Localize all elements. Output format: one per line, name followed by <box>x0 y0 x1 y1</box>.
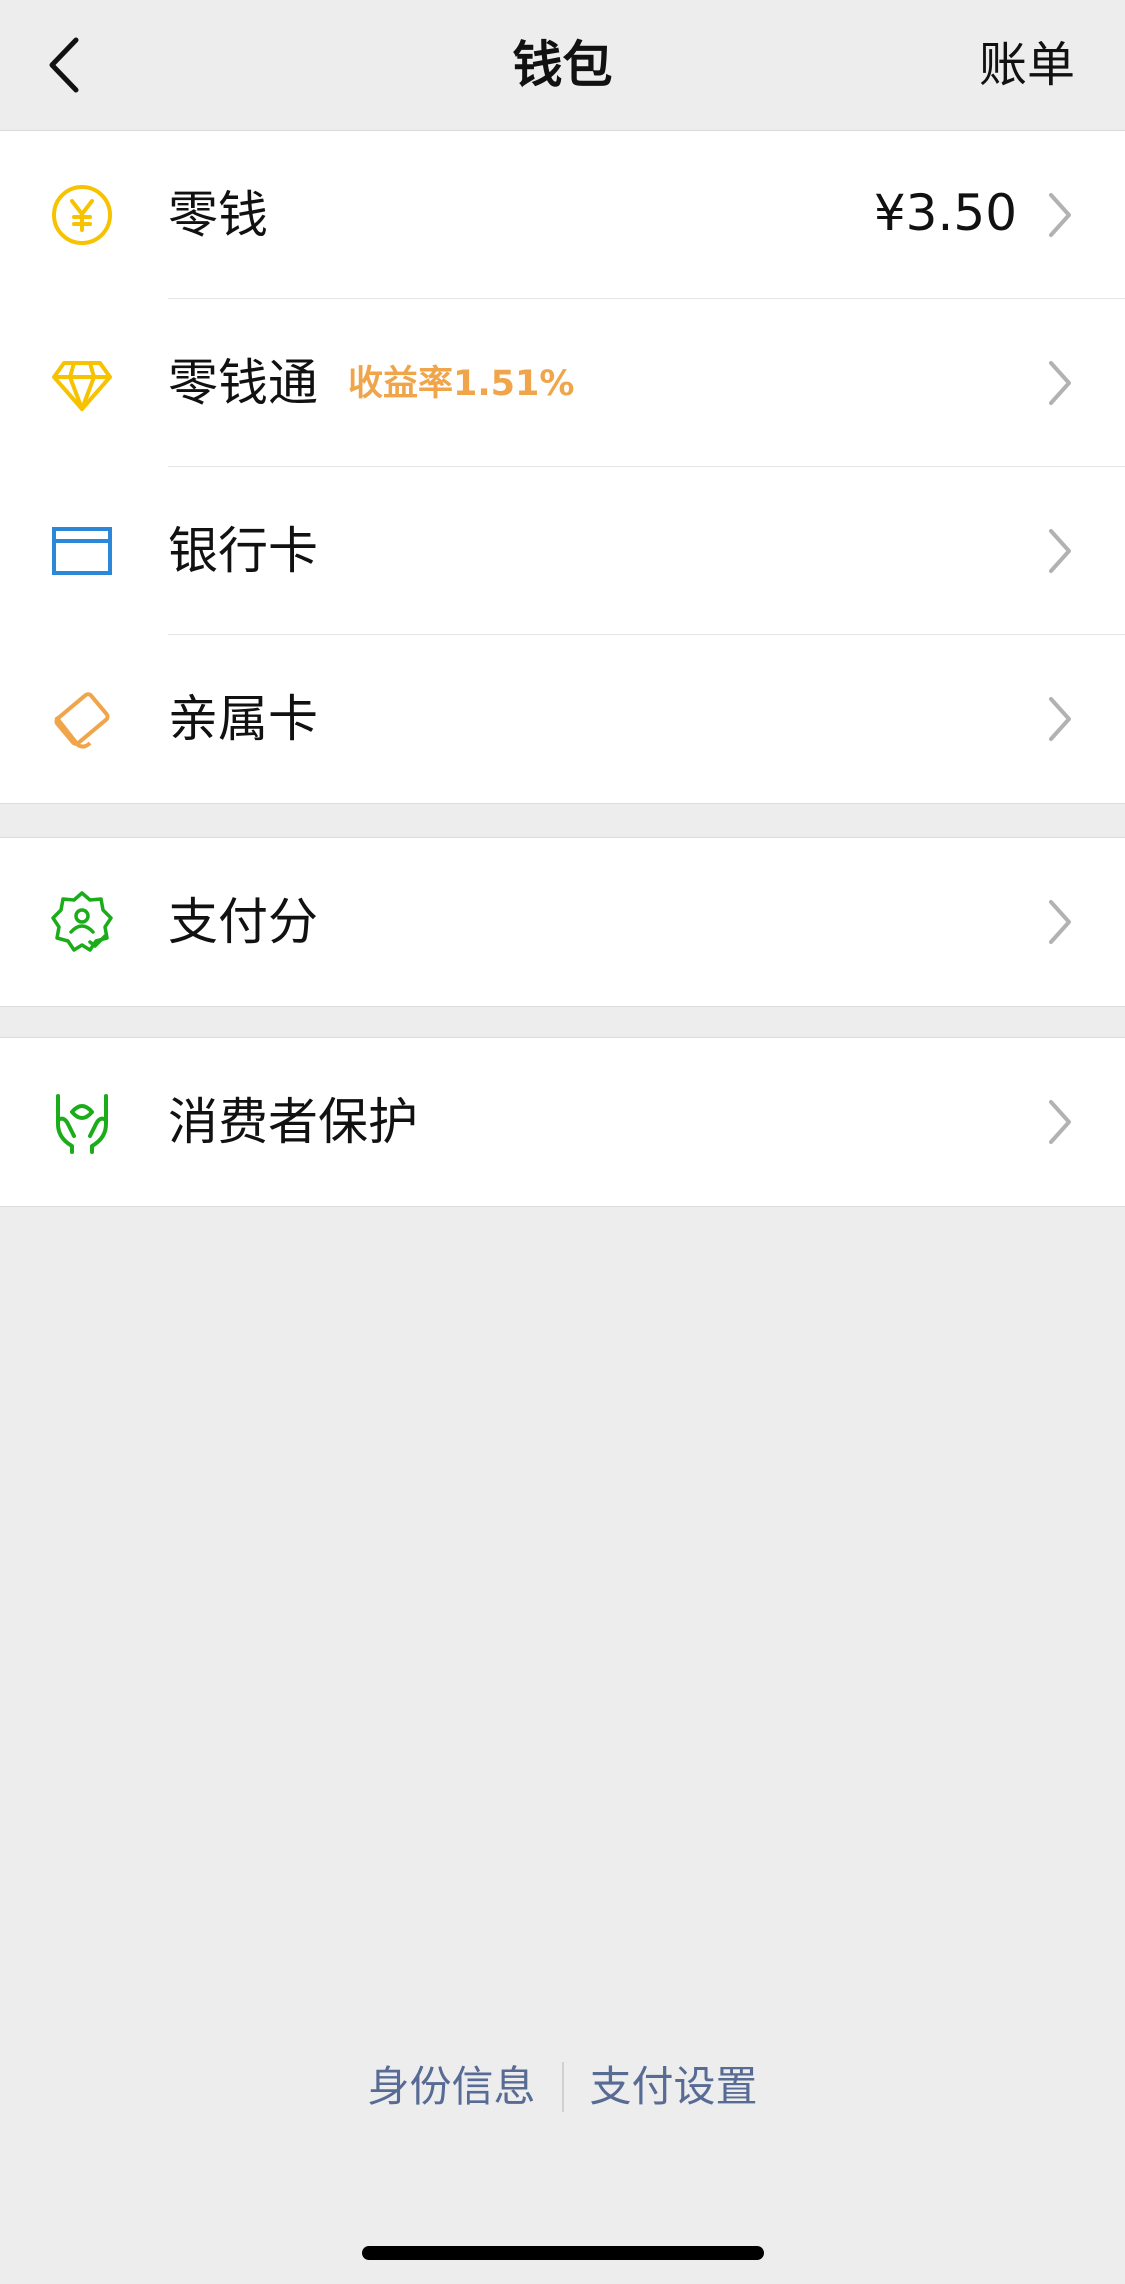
navigation-bar: 钱包 账单 <box>0 0 1125 131</box>
chevron-right-icon <box>1049 697 1071 741</box>
hands-protect-icon <box>56 1094 108 1154</box>
list-item-label: 亲属卡 <box>168 690 318 748</box>
diamond-icon <box>52 361 112 411</box>
balance-value: ¥3.50 <box>873 184 1017 242</box>
list-item-change[interactable]: 零钱 ¥3.50 <box>0 131 1125 299</box>
payment-settings-link[interactable]: 支付设置 <box>590 2057 758 2117</box>
footer-separator <box>561 2061 564 2112</box>
list-item-consumer-protection[interactable]: 消费者保护 <box>0 1038 1125 1206</box>
chevron-right-icon <box>1049 900 1071 944</box>
identity-info-link[interactable]: 身份信息 <box>367 2057 535 2117</box>
wallet-main-list: 零钱 ¥3.50 零钱通 收益率1.51% 银行卡 亲属卡 <box>0 131 1125 804</box>
chevron-right-icon <box>1049 193 1071 237</box>
list-item-label: 零钱通 <box>168 354 318 412</box>
list-item-label: 银行卡 <box>168 522 318 580</box>
chevron-right-icon <box>1049 529 1071 573</box>
footer-links: 身份信息 支付设置 <box>0 2054 1125 2117</box>
list-item-pay-score[interactable]: 支付分 <box>0 838 1125 1006</box>
chevron-right-icon <box>1049 1100 1071 1144</box>
yield-rate-badge: 收益率1.51% <box>348 364 575 404</box>
list-item-family-card[interactable]: 亲属卡 <box>0 635 1125 803</box>
bank-card-icon <box>52 527 112 575</box>
list-item-label: 消费者保护 <box>168 1093 418 1151</box>
list-item-label: 支付分 <box>168 893 318 951</box>
page-title: 钱包 <box>512 36 613 94</box>
consumer-protection-section: 消费者保护 <box>0 1037 1125 1207</box>
pay-score-icon <box>51 891 113 952</box>
family-card-icon <box>54 692 110 749</box>
list-item-lingqiantong[interactable]: 零钱通 收益率1.51% <box>0 299 1125 467</box>
list-item-bank-card[interactable]: 银行卡 <box>0 467 1125 635</box>
list-item-label: 零钱 <box>168 186 268 244</box>
pay-score-section: 支付分 <box>0 837 1125 1007</box>
bill-button[interactable]: 账单 <box>979 32 1075 98</box>
chevron-right-icon <box>1049 361 1071 405</box>
yuan-coin-icon <box>52 185 112 245</box>
home-indicator[interactable] <box>362 2246 764 2260</box>
